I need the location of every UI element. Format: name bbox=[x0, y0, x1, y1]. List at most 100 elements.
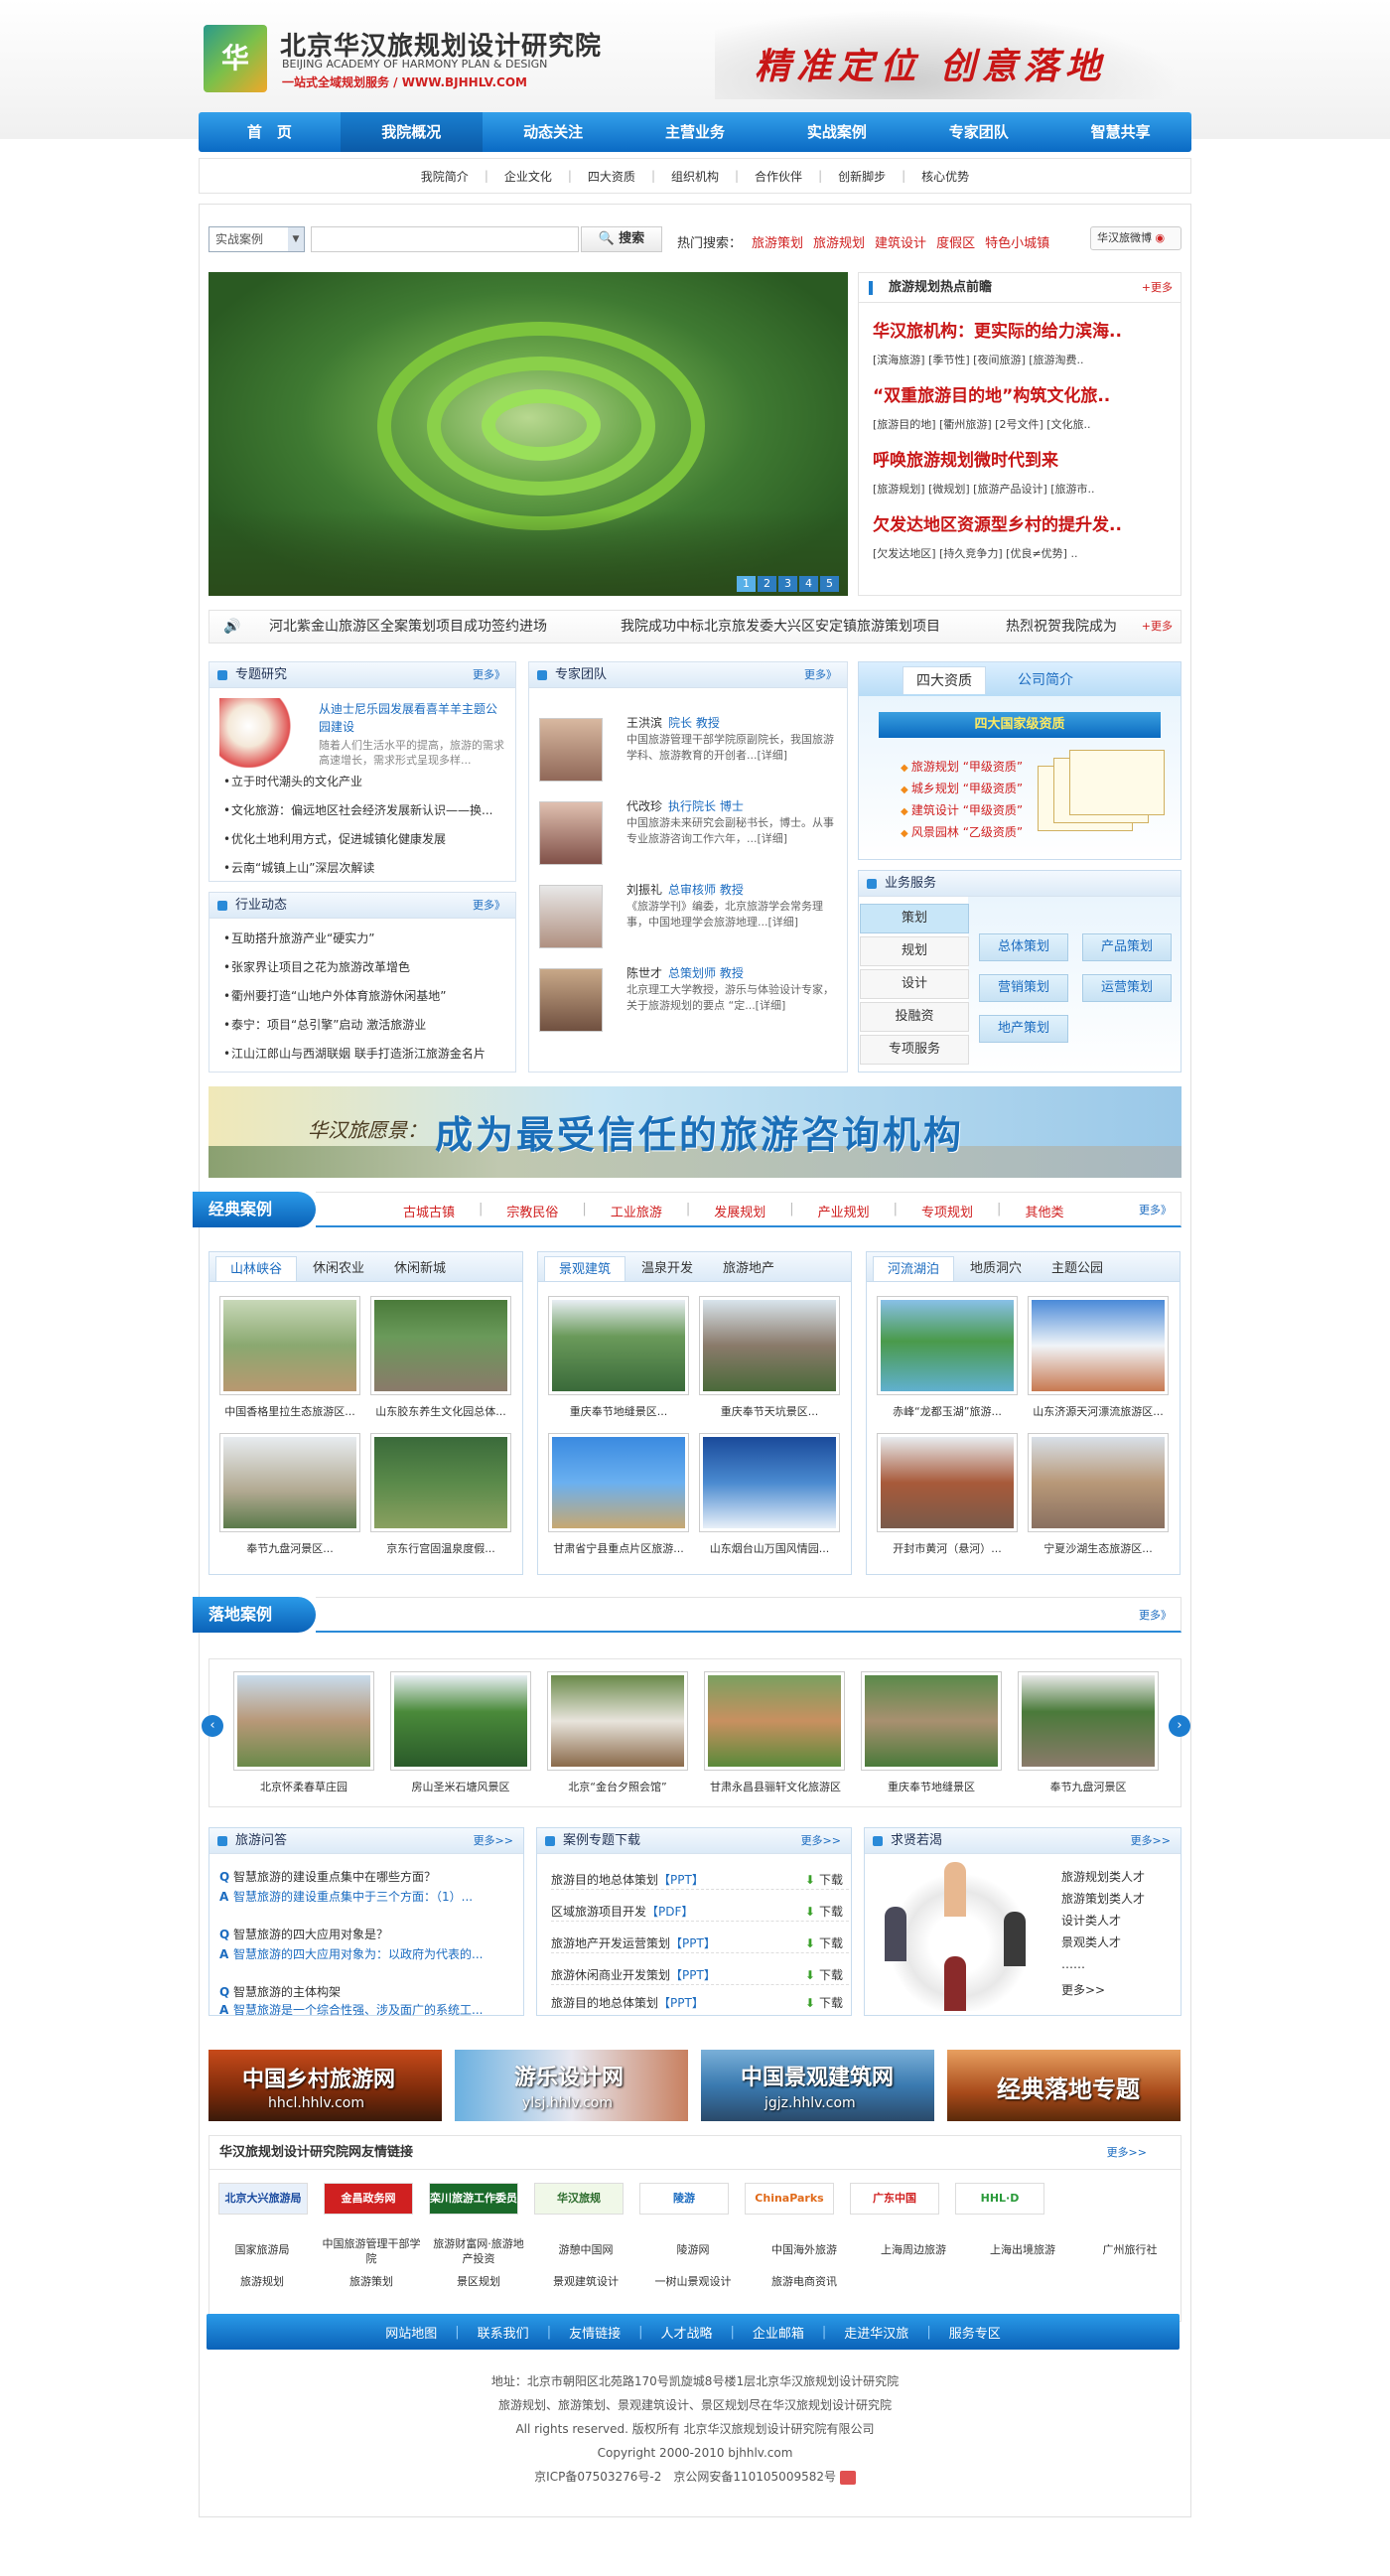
qa-answer[interactable]: A 智慧旅游的建设重点集中于三个方面：（1）... bbox=[219, 1888, 507, 1905]
friend-link[interactable]: 上海周边旅游 bbox=[864, 2242, 963, 2257]
case-caption[interactable]: 重庆奉节天坑景区... bbox=[695, 1403, 844, 1419]
expert-photo[interactable] bbox=[539, 718, 603, 782]
overall-planning-button[interactable]: 总体策划 bbox=[979, 933, 1068, 961]
case-tab[interactable]: 景观建筑 bbox=[544, 1256, 626, 1281]
list-item[interactable]: 江山江郎山与西湖联姻 联手打造浙江旅游金名片 bbox=[219, 1040, 509, 1069]
partner-banner-landscape[interactable]: 中国景观建筑网 jgjz.hhlv.com bbox=[701, 2050, 934, 2121]
scroll-news-item[interactable]: 河北紫金山旅游区全案策划项目成功签约进场 bbox=[269, 611, 547, 643]
case-caption[interactable]: 中国香格里拉生态旅游区... bbox=[215, 1403, 364, 1419]
nav-item-share[interactable]: 智慧共享 bbox=[1049, 112, 1191, 152]
hot-search-link[interactable]: 度假区 bbox=[936, 232, 975, 251]
case-caption[interactable]: 山东济源天河漂流旅游区... bbox=[1024, 1403, 1173, 1419]
qa-more-link[interactable]: 更多>> bbox=[474, 1828, 513, 1854]
friend-link[interactable]: 广州旅行社 bbox=[1080, 2242, 1180, 2257]
case-thumbnail[interactable] bbox=[370, 1433, 511, 1532]
link-logo[interactable]: 广东中国 bbox=[850, 2183, 939, 2215]
nav-item-cases[interactable]: 实战案例 bbox=[765, 112, 907, 152]
carousel-prev-icon[interactable]: ‹ bbox=[202, 1715, 223, 1737]
landing-caption[interactable]: 房山圣米石塘风景区 bbox=[386, 1779, 535, 1794]
footer-link-sitemap[interactable]: 网站地图 bbox=[367, 2323, 455, 2342]
banner-page-button[interactable]: 4 bbox=[799, 576, 818, 592]
friend-link[interactable]: 旅游电商资讯 bbox=[755, 2274, 854, 2289]
hero-banner-image[interactable] bbox=[208, 272, 848, 596]
case-thumbnail[interactable] bbox=[548, 1433, 689, 1532]
case-caption[interactable]: 山东烟台山万国风情园... bbox=[695, 1540, 844, 1556]
category-link[interactable]: 其他类 bbox=[1025, 1202, 1063, 1220]
hot-search-link[interactable]: 旅游策划 bbox=[752, 232, 803, 251]
category-link[interactable]: 产业规划 bbox=[818, 1202, 870, 1220]
landing-thumbnail[interactable] bbox=[861, 1671, 1002, 1771]
list-item[interactable]: 文化旅游：偏远地区社会经济发展新认识——换... bbox=[219, 796, 509, 825]
expert-card[interactable]: 王洪滨 院长 教授 中国旅游管理干部学院原副院长，我国旅游学科、旅游教育的开创者.… bbox=[539, 712, 834, 791]
expert-photo[interactable] bbox=[539, 968, 603, 1032]
friend-link[interactable]: 陵游网 bbox=[643, 2242, 743, 2257]
download-row[interactable]: 区域旅游项目开发【PDF】 下载 bbox=[551, 1902, 849, 1922]
nav-item-experts[interactable]: 专家团队 bbox=[907, 112, 1049, 152]
classic-cases-more-link[interactable]: 更多》 bbox=[1139, 1202, 1172, 1217]
job-item[interactable]: 旅游策划类人才 bbox=[1061, 1888, 1145, 1910]
category-link[interactable]: 工业旅游 bbox=[611, 1202, 662, 1220]
weibo-button[interactable]: 华汉旅微博 ◉ bbox=[1090, 226, 1182, 250]
research-more-link[interactable]: 更多》 bbox=[473, 662, 505, 688]
scroll-news-item[interactable]: 热烈祝贺我院成为 bbox=[1006, 611, 1137, 643]
qa-question[interactable]: Q 智慧旅游的主体构架 bbox=[219, 1983, 507, 2000]
nav-item-business[interactable]: 主营业务 bbox=[625, 112, 766, 152]
hot-news-tags[interactable]: [滨海旅游] [季节性] [夜间旅游] [旅游淘费.. bbox=[859, 352, 1181, 367]
case-caption[interactable]: 甘肃省宁县重点片区旅游... bbox=[544, 1540, 693, 1556]
footer-link-contact[interactable]: 联系我们 bbox=[460, 2323, 547, 2342]
list-item[interactable]: 优化土地利用方式，促进城镇化健康发展 bbox=[219, 825, 509, 854]
link-logo[interactable]: 陵游 bbox=[639, 2183, 729, 2215]
jobs-more-link-bottom[interactable]: 更多>> bbox=[1061, 1979, 1145, 2001]
footer-link-talent[interactable]: 人才战略 bbox=[642, 2323, 730, 2342]
subnav-item[interactable]: 组织机构 bbox=[655, 168, 735, 185]
case-caption[interactable]: 开封市黄河（悬河）... bbox=[873, 1540, 1022, 1556]
footer-link-about[interactable]: 走进华汉旅 bbox=[826, 2323, 926, 2342]
list-item[interactable]: 泰宁：项目“总引擎”启动 激活旅游业 bbox=[219, 1011, 509, 1040]
category-link[interactable]: 古城古镇 bbox=[403, 1202, 455, 1220]
link-logo[interactable]: 金昌政务网 bbox=[324, 2183, 413, 2215]
friend-link[interactable]: 上海出境旅游 bbox=[973, 2242, 1072, 2257]
hot-news-tags[interactable]: [旅游目的地] [衢州旅游] [2号文件] [文化旅.. bbox=[859, 416, 1181, 432]
jobs-more-link[interactable]: 更多>> bbox=[1131, 1828, 1171, 1854]
expert-photo[interactable] bbox=[539, 885, 603, 948]
landing-thumbnail[interactable] bbox=[390, 1671, 531, 1771]
subnav-item[interactable]: 核心优势 bbox=[905, 168, 985, 185]
download-button[interactable]: 下载 bbox=[805, 1902, 843, 1922]
case-caption[interactable]: 赤峰“龙都玉湖”旅游... bbox=[873, 1403, 1022, 1419]
case-tab[interactable]: 旅游地产 bbox=[709, 1256, 788, 1281]
list-item[interactable]: 互助搭升旅游产业“硬实力” bbox=[219, 925, 509, 953]
scroll-news-more-link[interactable]: +更多 bbox=[1142, 611, 1173, 643]
case-thumbnail[interactable] bbox=[1028, 1296, 1169, 1395]
case-thumbnail[interactable] bbox=[548, 1296, 689, 1395]
case-thumbnail[interactable] bbox=[699, 1433, 840, 1532]
product-planning-button[interactable]: 产品策划 bbox=[1082, 933, 1172, 961]
case-tab[interactable]: 地质洞穴 bbox=[956, 1256, 1036, 1281]
hot-news-tags[interactable]: [旅游规划] [微规划] [旅游产品设计] [旅游市.. bbox=[859, 481, 1181, 497]
download-button[interactable]: 下载 bbox=[805, 1870, 843, 1890]
case-tab[interactable]: 河流湖泊 bbox=[873, 1256, 955, 1281]
qa-question[interactable]: Q 智慧旅游的四大应用对象是？ bbox=[219, 1926, 507, 1942]
landing-thumbnail[interactable] bbox=[704, 1671, 845, 1771]
case-thumbnail[interactable] bbox=[1028, 1433, 1169, 1532]
case-tab[interactable]: 山林峡谷 bbox=[215, 1256, 298, 1281]
case-tab[interactable]: 休闲农业 bbox=[299, 1256, 378, 1281]
expert-card[interactable]: 刘振礼 总审核师 教授 《旅游学刊》编委，北京旅游学会常务理事，中国地理学会旅游地… bbox=[539, 879, 832, 958]
case-caption[interactable]: 宁夏沙湖生态旅游区... bbox=[1024, 1540, 1173, 1556]
friend-link[interactable]: 旅游规划 bbox=[212, 2274, 312, 2289]
download-row[interactable]: 旅游地产开发运营策划【PPT】 下载 bbox=[551, 1933, 849, 1953]
tab-qualification[interactable]: 四大资质 bbox=[903, 666, 986, 694]
partner-banner-landing[interactable]: 经典落地专题 bbox=[947, 2050, 1181, 2121]
footer-link-mail[interactable]: 企业邮箱 bbox=[735, 2323, 822, 2342]
nav-item-about[interactable]: 我院概况 bbox=[340, 112, 483, 152]
search-category-select[interactable]: 实战案例 ▼ bbox=[208, 226, 305, 252]
carousel-next-icon[interactable]: › bbox=[1169, 1715, 1190, 1737]
hot-search-link[interactable]: 旅游规划 bbox=[813, 232, 865, 251]
friend-link[interactable]: 旅游财富网·旅游地产投资 bbox=[429, 2236, 528, 2266]
download-row[interactable]: 旅游目的地总体策划【PPT】 下载 bbox=[551, 1870, 849, 1890]
banner-page-button[interactable]: 3 bbox=[778, 576, 797, 592]
realestate-planning-button[interactable]: 地产策划 bbox=[979, 1015, 1068, 1043]
subnav-item[interactable]: 合作伙伴 bbox=[739, 168, 818, 185]
link-logo[interactable]: 北京大兴旅游局 bbox=[218, 2183, 308, 2215]
business-tab-design-plan[interactable]: 规划 bbox=[860, 936, 969, 966]
landing-caption[interactable]: 甘肃永昌县骊轩文化旅游区 bbox=[696, 1779, 855, 1794]
